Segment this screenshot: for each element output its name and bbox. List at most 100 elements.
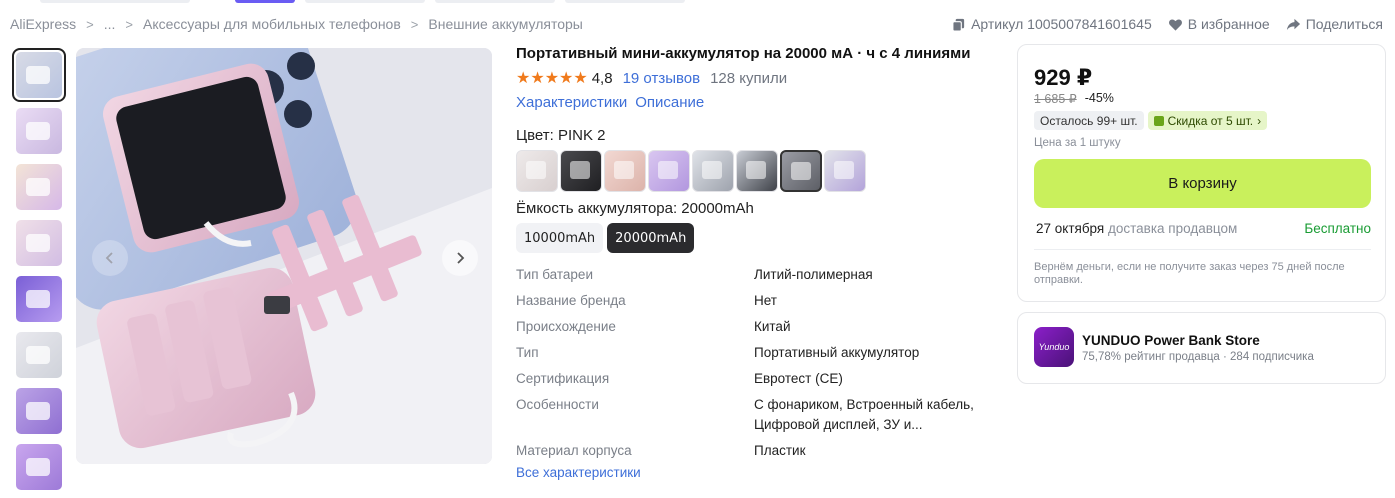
thumbnail-list xyxy=(12,48,66,496)
spec-row: Сертификация Евротест (CE) xyxy=(516,369,996,389)
add-to-cart-button[interactable]: В корзину xyxy=(1034,159,1371,208)
breadcrumb-item-accessories[interactable]: Аксессуары для мобильных телефонов xyxy=(143,16,401,32)
thumbnail-3[interactable] xyxy=(12,160,66,214)
delivery-row: 27 октября доставка продавцом Бесплатно xyxy=(1036,221,1371,236)
spec-key: Тип xyxy=(516,345,539,360)
top-tab[interactable] xyxy=(305,0,425,3)
breadcrumb-separator-icon: > xyxy=(86,16,94,32)
copy-icon xyxy=(952,18,965,32)
color-swatch[interactable] xyxy=(648,150,690,192)
current-price: 929 ₽ xyxy=(1034,65,1093,90)
buy-box: 929 ₽ 1 685 ₽ -45% Осталось 99+ шт. Скид… xyxy=(1017,44,1386,302)
specs-link[interactable]: Характеристики xyxy=(516,94,627,111)
thumbnail-image xyxy=(16,108,62,154)
store-card[interactable]: Yunduo YUNDUO Power Bank Store 75,78% ре… xyxy=(1017,312,1386,384)
spec-value: Портативный аккумулятор xyxy=(754,345,920,360)
top-tab[interactable] xyxy=(565,0,685,3)
color-label: Цвет: PINK 2 xyxy=(516,127,606,144)
delivery-by: доставка продавцом xyxy=(1108,221,1238,236)
bulk-discount-badge[interactable]: Скидка от 5 шт. › xyxy=(1147,111,1268,130)
color-swatch[interactable] xyxy=(516,150,558,192)
breadcrumb-separator-icon: > xyxy=(125,16,133,32)
color-swatch[interactable] xyxy=(736,150,778,192)
spec-value: Литий-полимерная xyxy=(754,267,873,282)
rating-row: ★★★★★ 4,8 19 отзывов 128 купили xyxy=(516,68,996,88)
reviews-link[interactable]: 19 отзывов xyxy=(623,70,701,87)
thumbnail-image xyxy=(16,276,62,322)
badges: Осталось 99+ шт. Скидка от 5 шт. › xyxy=(1034,111,1271,130)
spec-value: Нет xyxy=(754,293,777,308)
spec-value: Пластик xyxy=(754,443,806,458)
chevron-left-icon xyxy=(105,252,113,264)
thumbnail-image xyxy=(16,332,62,378)
store-name[interactable]: YUNDUO Power Bank Store xyxy=(1082,333,1260,348)
delivery-date: 27 октября xyxy=(1036,221,1105,236)
top-tab-active[interactable] xyxy=(235,0,295,3)
color-swatch[interactable] xyxy=(824,150,866,192)
thumbnail-image xyxy=(16,220,62,266)
spec-row: Тип батареи Литий-полимерная xyxy=(516,265,996,285)
capacity-label: Ёмкость аккумулятора: 20000mAh xyxy=(516,200,754,217)
bought-count: 128 купили xyxy=(710,69,788,87)
share-button[interactable]: Поделиться xyxy=(1286,16,1383,32)
spec-key: Материал корпуса xyxy=(516,443,632,458)
spec-row: Особенности С фонариком, Встроенный кабе… xyxy=(516,395,996,435)
rating-value: 4,8 xyxy=(591,69,613,87)
color-swatch[interactable] xyxy=(604,150,646,192)
old-price-row: 1 685 ₽ -45% xyxy=(1034,91,1114,106)
refund-note: Вернём деньги, если не получите заказ че… xyxy=(1034,261,1345,286)
favorite-button[interactable]: В избранное xyxy=(1168,16,1270,32)
capacity-options: 10000mAh 20000mAh xyxy=(516,223,996,253)
thumbnail-1[interactable] xyxy=(12,48,66,102)
thumbnail-image xyxy=(16,444,62,490)
spec-row: Материал корпуса Пластик xyxy=(516,441,996,461)
discount-percent: -45% xyxy=(1084,91,1114,105)
breadcrumb-item-ellipsis[interactable]: ... xyxy=(104,16,116,32)
store-logo: Yunduo xyxy=(1034,327,1074,367)
thumbnail-7[interactable] xyxy=(12,384,66,438)
thumbnail-4[interactable] xyxy=(12,216,66,270)
thumbnail-6[interactable] xyxy=(12,328,66,382)
share-icon xyxy=(1286,18,1300,30)
discount-tag-icon xyxy=(1153,115,1164,126)
spec-row: Тип Портативный аккумулятор xyxy=(516,343,996,363)
breadcrumb-item-power-banks[interactable]: Внешние аккумуляторы xyxy=(428,16,582,32)
old-price: 1 685 ₽ xyxy=(1034,92,1077,106)
sku-copy[interactable]: Артикул 1005007841601645 xyxy=(951,16,1152,32)
sku-label: Артикул 1005007841601645 xyxy=(971,16,1152,32)
thumbnail-5[interactable] xyxy=(12,272,66,326)
capacity-option-10000[interactable]: 10000mAh xyxy=(516,223,604,253)
price-per-piece: Цена за 1 штуку xyxy=(1034,137,1121,149)
thumbnail-image xyxy=(16,52,62,98)
gallery-next-button[interactable] xyxy=(442,240,478,276)
product-title: Портативный мини-аккумулятор на 20000 мА… xyxy=(516,45,971,62)
chevron-right-icon: › xyxy=(1257,113,1262,128)
capacity-option-20000[interactable]: 20000mAh xyxy=(607,223,695,253)
main-product-image[interactable] xyxy=(76,48,492,464)
product-photo-illustration xyxy=(76,48,492,464)
spec-key: Сертификация xyxy=(516,371,610,386)
description-link[interactable]: Описание xyxy=(635,94,704,111)
gallery-prev-button[interactable] xyxy=(92,240,128,276)
color-swatch[interactable] xyxy=(692,150,734,192)
thumbnail-image xyxy=(16,164,62,210)
thumbnail-8[interactable] xyxy=(12,440,66,494)
thumbnail-2[interactable] xyxy=(12,104,66,158)
spec-key: Название бренда xyxy=(516,293,626,308)
spec-row: Происхождение Китай xyxy=(516,317,996,337)
spec-key: Особенности xyxy=(516,397,599,412)
breadcrumb-item-aliexpress[interactable]: AliExpress xyxy=(10,16,76,32)
top-tab-strip xyxy=(0,0,1395,4)
store-meta: 75,78% рейтинг продавца · 284 подписчика xyxy=(1082,351,1314,363)
color-swatch[interactable] xyxy=(560,150,602,192)
top-tab[interactable] xyxy=(435,0,555,3)
spec-value: С фонариком, Встроенный кабель, Цифровой… xyxy=(754,397,974,432)
divider xyxy=(1034,249,1371,250)
heart-icon xyxy=(1168,18,1182,31)
info-links: Характеристики Описание xyxy=(516,94,996,111)
top-tab[interactable] xyxy=(40,0,190,3)
color-swatch-selected[interactable] xyxy=(780,150,822,192)
all-specs-link[interactable]: Все характеристики xyxy=(516,465,996,480)
stock-badge: Осталось 99+ шт. xyxy=(1034,111,1144,130)
spec-table: Тип батареи Литий-полимерная Название бр… xyxy=(516,265,996,461)
